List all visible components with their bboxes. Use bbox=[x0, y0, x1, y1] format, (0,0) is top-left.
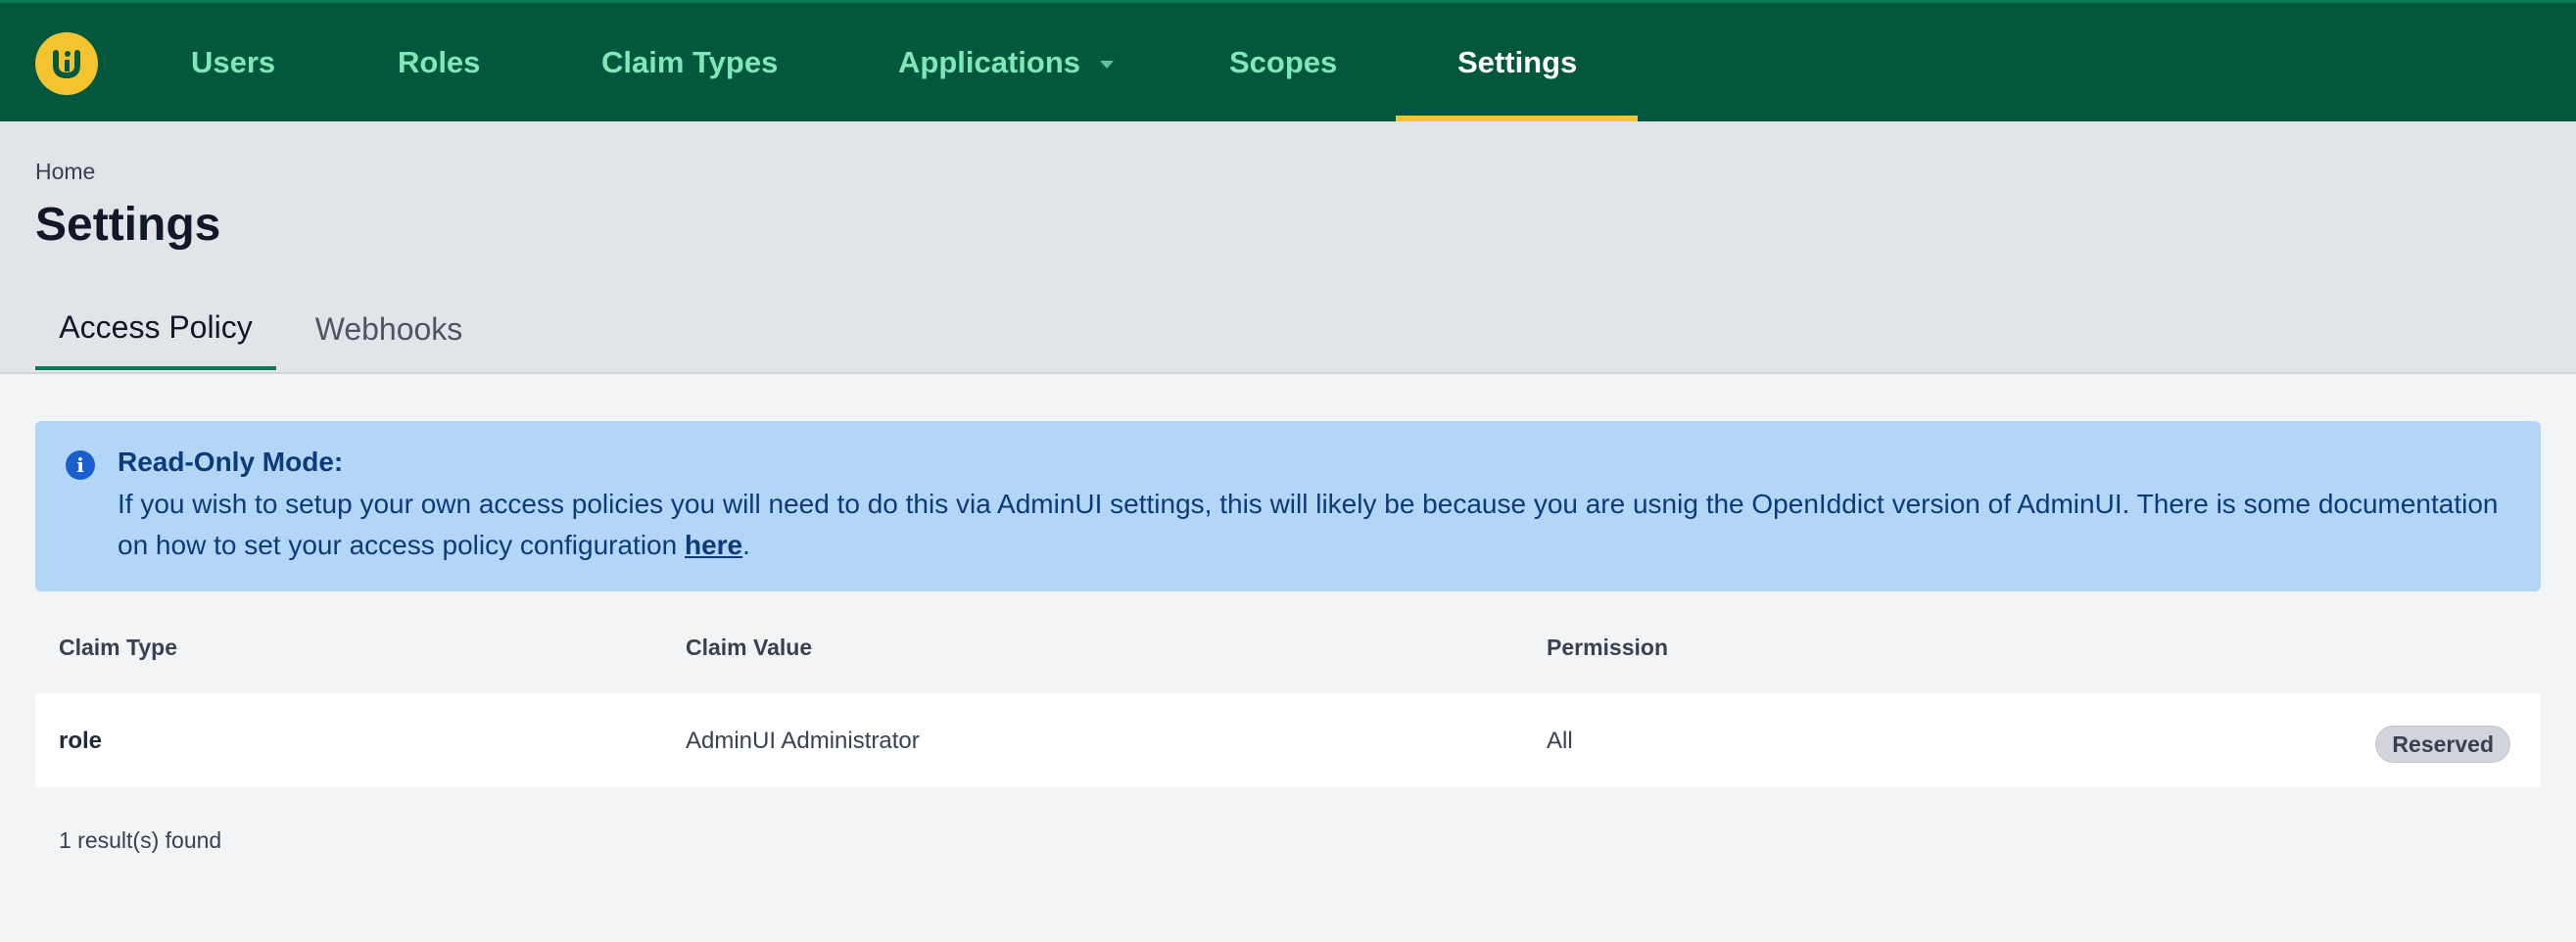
chevron-down-icon bbox=[1100, 60, 1115, 69]
documentation-link[interactable]: here bbox=[685, 530, 742, 560]
info-icon: i bbox=[66, 450, 95, 480]
result-count: 1 result(s) found bbox=[59, 827, 222, 853]
nav-item-roles[interactable]: Roles bbox=[398, 3, 480, 121]
reserved-badge: Reserved bbox=[2375, 726, 2510, 763]
cell-permission: All bbox=[1547, 728, 1573, 754]
tab-access-policy[interactable]: Access Policy bbox=[35, 288, 276, 370]
read-only-alert: i Read-Only Mode: If you wish to setup y… bbox=[35, 421, 2541, 591]
alert-title: Read-Only Mode: bbox=[118, 447, 344, 477]
nav-item-settings[interactable]: Settings bbox=[1457, 3, 1577, 121]
nav-item-claim-types[interactable]: Claim Types bbox=[601, 3, 778, 121]
nav-item-scopes[interactable]: Scopes bbox=[1229, 3, 1337, 121]
nav-item-applications[interactable]: Applications bbox=[898, 3, 1115, 121]
tab-webhooks[interactable]: Webhooks bbox=[296, 288, 482, 370]
top-navigation: Users Roles Claim Types Applications Sco… bbox=[0, 0, 2576, 122]
cell-claim-type: role bbox=[59, 728, 103, 754]
alert-body: If you wish to setup your own access pol… bbox=[118, 484, 2507, 566]
breadcrumb[interactable]: Home bbox=[35, 159, 95, 185]
page-header: Home Settings Access Policy Webhooks bbox=[0, 121, 2576, 374]
nav-item-applications-label: Applications bbox=[898, 44, 1081, 79]
cell-claim-value: AdminUI Administrator bbox=[686, 728, 920, 754]
page-title: Settings bbox=[35, 199, 221, 251]
logo-icon[interactable] bbox=[35, 32, 98, 95]
alert-trailing: . bbox=[742, 530, 750, 560]
table-row[interactable]: role AdminUI Administrator All Reserved bbox=[35, 693, 2541, 787]
nav-item-users[interactable]: Users bbox=[191, 3, 275, 121]
alert-body-text: If you wish to setup your own access pol… bbox=[118, 489, 2499, 560]
column-header-permission: Permission bbox=[1547, 635, 1668, 660]
column-header-claim-value: Claim Value bbox=[686, 635, 813, 660]
column-header-claim-type: Claim Type bbox=[59, 635, 177, 660]
